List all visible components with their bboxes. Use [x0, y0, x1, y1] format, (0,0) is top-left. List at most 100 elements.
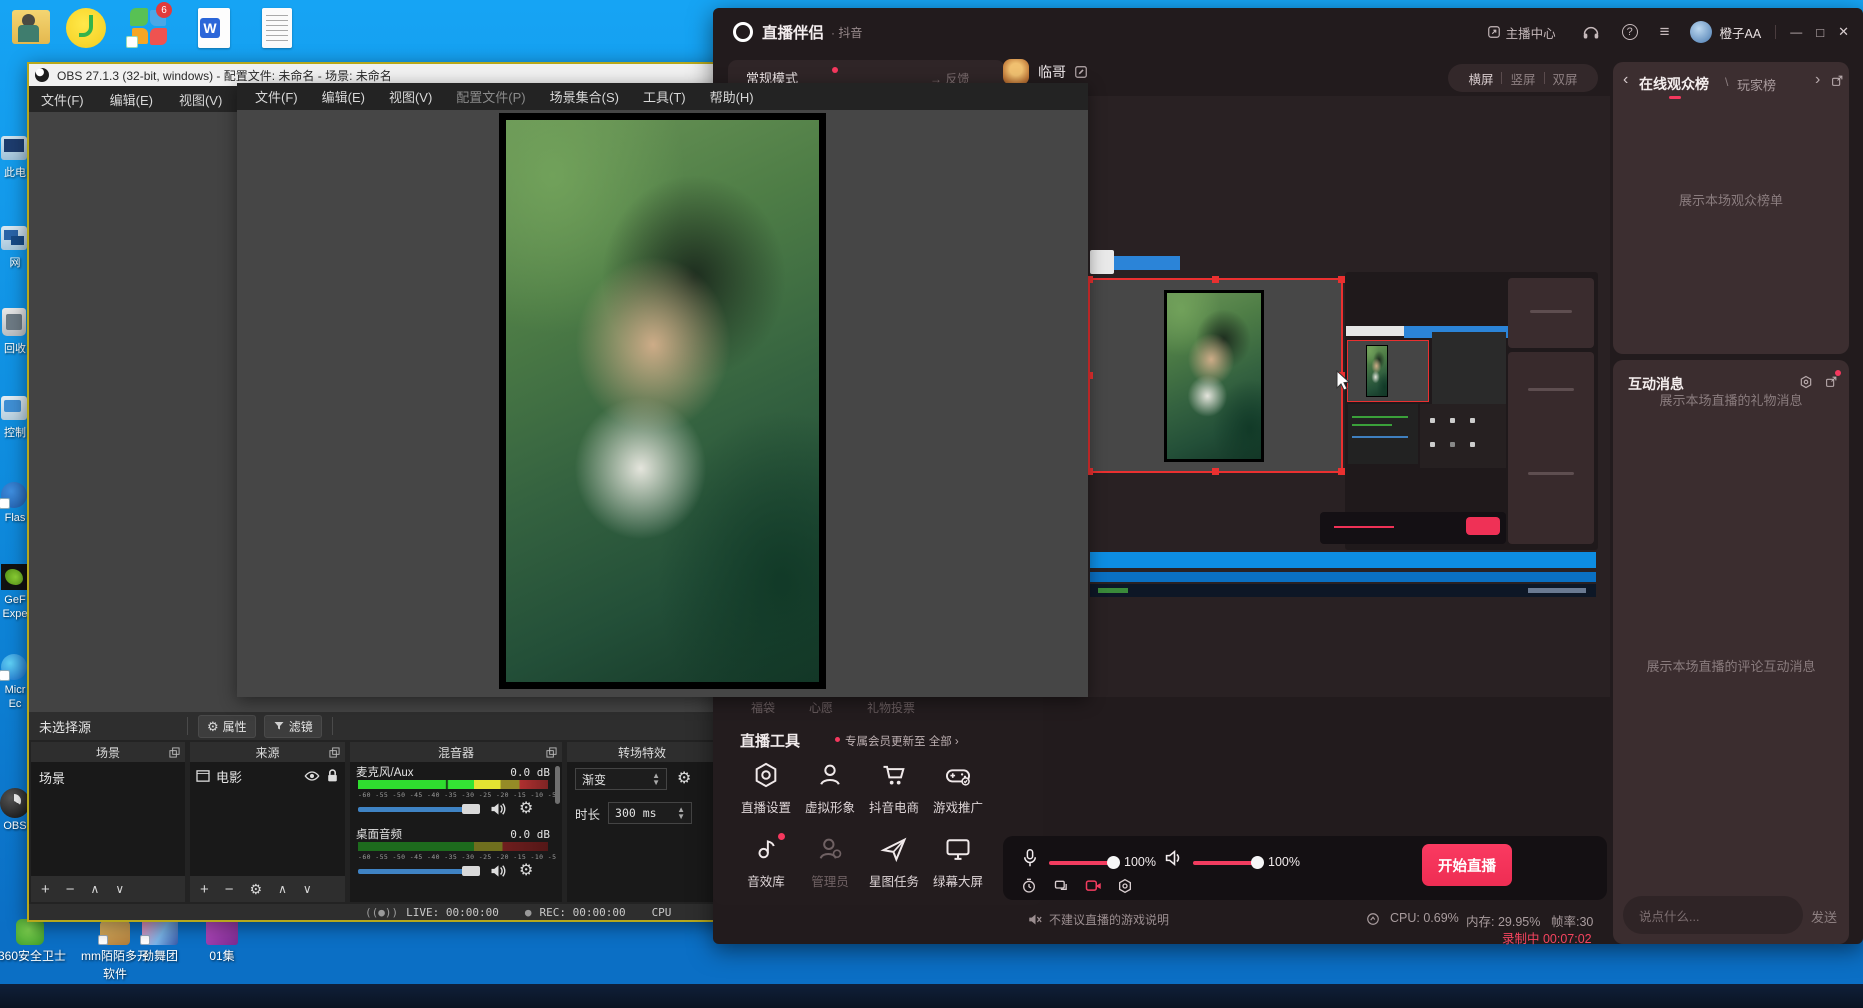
menu-tools[interactable]: 工具(T): [643, 87, 686, 106]
speaker-volume-handle[interactable]: [1251, 856, 1264, 869]
mic-volume-handle[interactable]: [1107, 856, 1120, 869]
remove-scene-button[interactable]: −: [66, 881, 75, 898]
dock-float-icon[interactable]: [546, 747, 557, 758]
message-settings-icon[interactable]: [1799, 375, 1813, 389]
desktop-icon-episode[interactable]: [206, 919, 238, 945]
account-avatar[interactable]: [1690, 21, 1712, 43]
scene-list-item[interactable]: 场景: [39, 768, 65, 787]
send-button[interactable]: 发送: [1811, 907, 1837, 926]
eye-visibility-icon[interactable]: [304, 770, 320, 782]
source-down-button[interactable]: ∨: [303, 882, 312, 896]
chat-input[interactable]: 说点什么...: [1623, 896, 1803, 934]
transition-settings-icon[interactable]: ⚙: [677, 771, 691, 787]
popout-icon[interactable]: [1831, 74, 1844, 87]
tab-dual[interactable]: 双屏: [1553, 69, 1578, 88]
menu-edit[interactable]: 编辑(E): [110, 90, 153, 109]
qq-music-icon[interactable]: [66, 8, 106, 48]
menu-file[interactable]: 文件(F): [41, 90, 84, 109]
scenes-panel-header[interactable]: 场景: [31, 742, 185, 762]
speaker-icon[interactable]: [490, 864, 507, 878]
desktop-icon-control-panel[interactable]: [1, 396, 27, 420]
menu-view[interactable]: 视图(V): [179, 90, 222, 109]
desktop-icon-360-safe[interactable]: [16, 919, 44, 945]
desktop-icon-geforce[interactable]: [1, 564, 27, 590]
speaker-icon[interactable]: [490, 802, 507, 816]
transitions-panel-header[interactable]: 转场特效: [567, 742, 717, 762]
tool-game-promo[interactable]: 游戏推广: [932, 761, 984, 821]
selection-handle[interactable]: [1212, 276, 1219, 283]
anchor-center-button[interactable]: 主播中心: [1487, 23, 1556, 42]
tab-portrait[interactable]: 竖屏: [1510, 69, 1535, 88]
menu-view[interactable]: 视图(V): [389, 87, 432, 106]
message-popout-icon[interactable]: [1825, 375, 1838, 388]
desktop-icon-flash[interactable]: [1, 482, 27, 508]
source-up-button[interactable]: ∧: [278, 882, 287, 896]
selection-handle[interactable]: [1338, 468, 1345, 475]
headset-icon[interactable]: [1582, 24, 1600, 40]
add-source-button[interactable]: +: [200, 881, 209, 898]
selection-handle[interactable]: [1338, 276, 1345, 283]
menu-profile[interactable]: 配置文件(P): [456, 87, 525, 106]
speaker-volume-icon[interactable]: [1165, 850, 1184, 866]
menu-edit[interactable]: 编辑(E): [322, 87, 365, 106]
lock-icon[interactable]: [326, 769, 339, 783]
tab-online-viewers[interactable]: 在线观众榜: [1639, 74, 1709, 94]
tools-promo-link[interactable]: 专属会员更新至 全部 ›: [845, 733, 959, 749]
menu-help[interactable]: 帮助(H): [710, 87, 754, 106]
tab-player-rank[interactable]: 玩家榜: [1737, 75, 1776, 94]
tool-douyin-shop[interactable]: 抖音电商: [868, 761, 920, 821]
start-live-button[interactable]: 开始直播: [1422, 844, 1512, 886]
tool-sound-library[interactable]: 音效库: [740, 835, 792, 895]
settings-gear-icon[interactable]: [1117, 878, 1133, 894]
desktop-icon-edge[interactable]: [1, 654, 27, 680]
properties-button[interactable]: ⚙属性: [198, 715, 256, 738]
microphone-icon[interactable]: [1021, 848, 1039, 868]
streamer-card[interactable]: 临哥: [1003, 58, 1088, 86]
transition-select[interactable]: 渐变▲▼: [575, 768, 667, 790]
maximize-button[interactable]: □: [1816, 25, 1824, 40]
360-manager-icon[interactable]: 6: [128, 8, 170, 50]
tool-green-screen[interactable]: 绿幕大屏: [932, 835, 984, 895]
mixer-ch1-settings-icon[interactable]: ⚙: [519, 801, 533, 817]
timer-icon[interactable]: [1021, 878, 1037, 894]
desktop-icon-this-pc[interactable]: [1, 136, 27, 160]
scene-up-button[interactable]: ∧: [91, 882, 100, 896]
tool-star-task[interactable]: 星图任务: [868, 835, 920, 895]
filters-button[interactable]: 滤镜: [264, 715, 322, 738]
word-doc-icon[interactable]: W: [198, 8, 230, 48]
mixer-ch2-volume-handle[interactable]: [462, 866, 480, 876]
capture-region-selection[interactable]: [1088, 278, 1343, 473]
selection-handle[interactable]: [1212, 468, 1219, 475]
user-folder-icon[interactable]: [12, 10, 50, 44]
desktop-icon-momo-multi[interactable]: [100, 921, 130, 945]
duration-field[interactable]: 300 ms▲▼: [608, 802, 692, 824]
menu-file[interactable]: 文件(F): [255, 87, 298, 106]
mic-volume-slider[interactable]: [1049, 861, 1115, 865]
tool-virtual-avatar[interactable]: 虚拟形象: [804, 761, 856, 821]
mixer-scrollbar[interactable]: [555, 766, 560, 804]
help-icon[interactable]: ?: [1622, 24, 1638, 40]
menu-scene-collection[interactable]: 场景集合(S): [550, 87, 619, 106]
mixer-ch1-volume-slider[interactable]: [358, 807, 478, 812]
add-scene-button[interactable]: +: [41, 881, 50, 898]
mixer-ch2-settings-icon[interactable]: ⚙: [519, 863, 533, 879]
desktop-icon-obs[interactable]: [0, 788, 30, 818]
desktop-icon-network[interactable]: [1, 226, 27, 250]
mixer-panel-header[interactable]: 混音器: [350, 742, 562, 762]
forward-chevron-icon[interactable]: ›: [1815, 71, 1820, 89]
desktop-icon-recycle-bin[interactable]: [2, 308, 26, 336]
tool-live-settings[interactable]: 直播设置: [740, 761, 792, 821]
mixer-ch2-volume-slider[interactable]: [358, 869, 478, 874]
tab-landscape[interactable]: 横屏: [1468, 69, 1493, 88]
mixer-ch1-volume-handle[interactable]: [462, 804, 480, 814]
screen-flip-icon[interactable]: [1053, 878, 1070, 894]
dock-float-icon[interactable]: [169, 747, 180, 758]
source-properties-button[interactable]: ⚙: [250, 881, 263, 898]
minimize-button[interactable]: —: [1790, 25, 1802, 39]
tab-gift-vote[interactable]: 礼物投票: [867, 699, 915, 716]
close-button[interactable]: ✕: [1838, 24, 1849, 40]
remove-source-button[interactable]: −: [225, 881, 234, 898]
dock-float-icon[interactable]: [329, 747, 340, 758]
notepad-icon[interactable]: [262, 8, 292, 48]
tab-wish[interactable]: 心愿: [809, 699, 833, 716]
